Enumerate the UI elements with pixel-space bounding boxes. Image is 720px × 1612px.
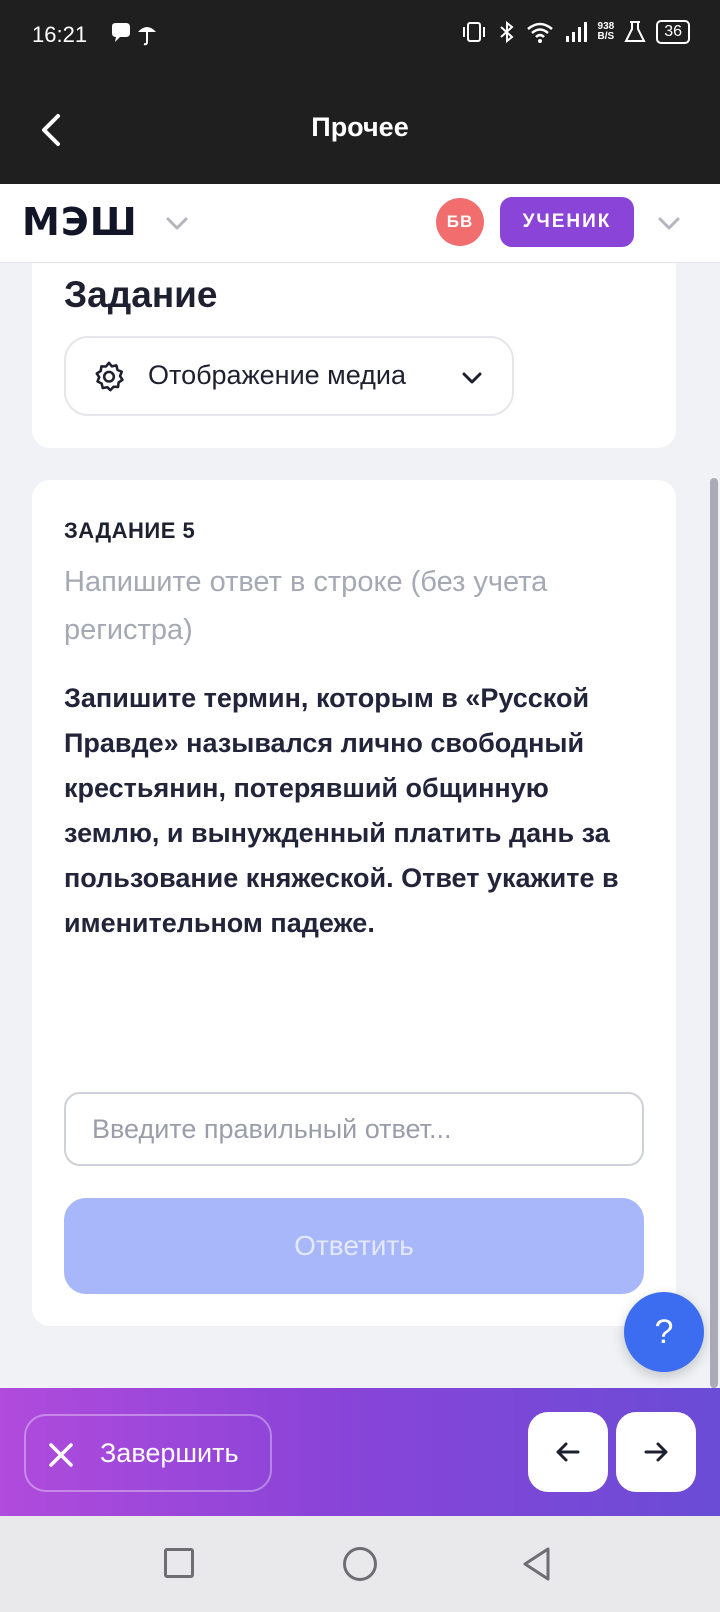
submit-answer-button[interactable]: Ответить	[64, 1198, 644, 1294]
media-display-label: Отображение медиа	[148, 360, 407, 390]
network-speed: 938 B/S	[598, 22, 615, 42]
close-icon	[49, 1443, 73, 1467]
wifi-icon	[526, 22, 553, 43]
status-bar: 16:21 938 B/S 36	[0, 0, 720, 70]
task-question: Запишите термин, которым в «Русской Прав…	[64, 683, 619, 938]
status-time: 16:21	[32, 22, 88, 47]
status-indicators: 938 B/S 36	[460, 20, 690, 44]
next-task-button[interactable]	[616, 1412, 696, 1492]
gear-icon	[95, 361, 124, 392]
title-bar: Прочее	[0, 70, 720, 184]
battery-indicator: 36	[656, 20, 690, 44]
bottom-action-bar: Завершить	[0, 1388, 720, 1516]
finish-button-label: Завершить	[100, 1438, 239, 1468]
answer-input[interactable]	[64, 1092, 644, 1166]
chevron-down-icon	[462, 372, 482, 384]
bluetooth-icon	[499, 20, 514, 44]
finish-button[interactable]: Завершить	[24, 1414, 272, 1492]
media-display-dropdown[interactable]: Отображение медиа	[64, 336, 514, 416]
chevron-down-icon[interactable]	[164, 210, 190, 236]
notification-icons	[110, 22, 170, 52]
app-header: МЭШ БВ УЧЕНИК	[0, 184, 720, 263]
avatar[interactable]: БВ	[436, 198, 484, 246]
previous-task-button[interactable]	[528, 1412, 608, 1492]
system-back-icon[interactable]	[520, 1546, 554, 1582]
task-number-label: ЗАДАНИЕ 5	[64, 518, 196, 543]
mesh-logo[interactable]: МЭШ	[22, 200, 138, 244]
arrow-right-icon	[644, 1442, 668, 1462]
section-title: Задание	[64, 274, 218, 315]
signal-icon	[565, 22, 587, 42]
flask-icon	[624, 21, 646, 42]
role-badge[interactable]: УЧЕНИК	[500, 197, 634, 247]
chevron-down-icon[interactable]	[656, 210, 682, 236]
home-button[interactable]	[343, 1547, 377, 1581]
vibrate-icon	[462, 22, 485, 42]
notification-icon	[112, 23, 156, 46]
help-button[interactable]: ?	[624, 1292, 704, 1372]
scrollbar[interactable]	[710, 478, 718, 1388]
network-speed-unit: B/S	[597, 31, 615, 42]
page-title: Прочее	[311, 112, 409, 142]
task-hint: Напишите ответ в строке (без учета регис…	[64, 566, 548, 646]
system-navigation-bar	[0, 1516, 720, 1612]
arrow-left-icon	[556, 1442, 580, 1462]
recent-apps-button[interactable]	[164, 1548, 194, 1578]
